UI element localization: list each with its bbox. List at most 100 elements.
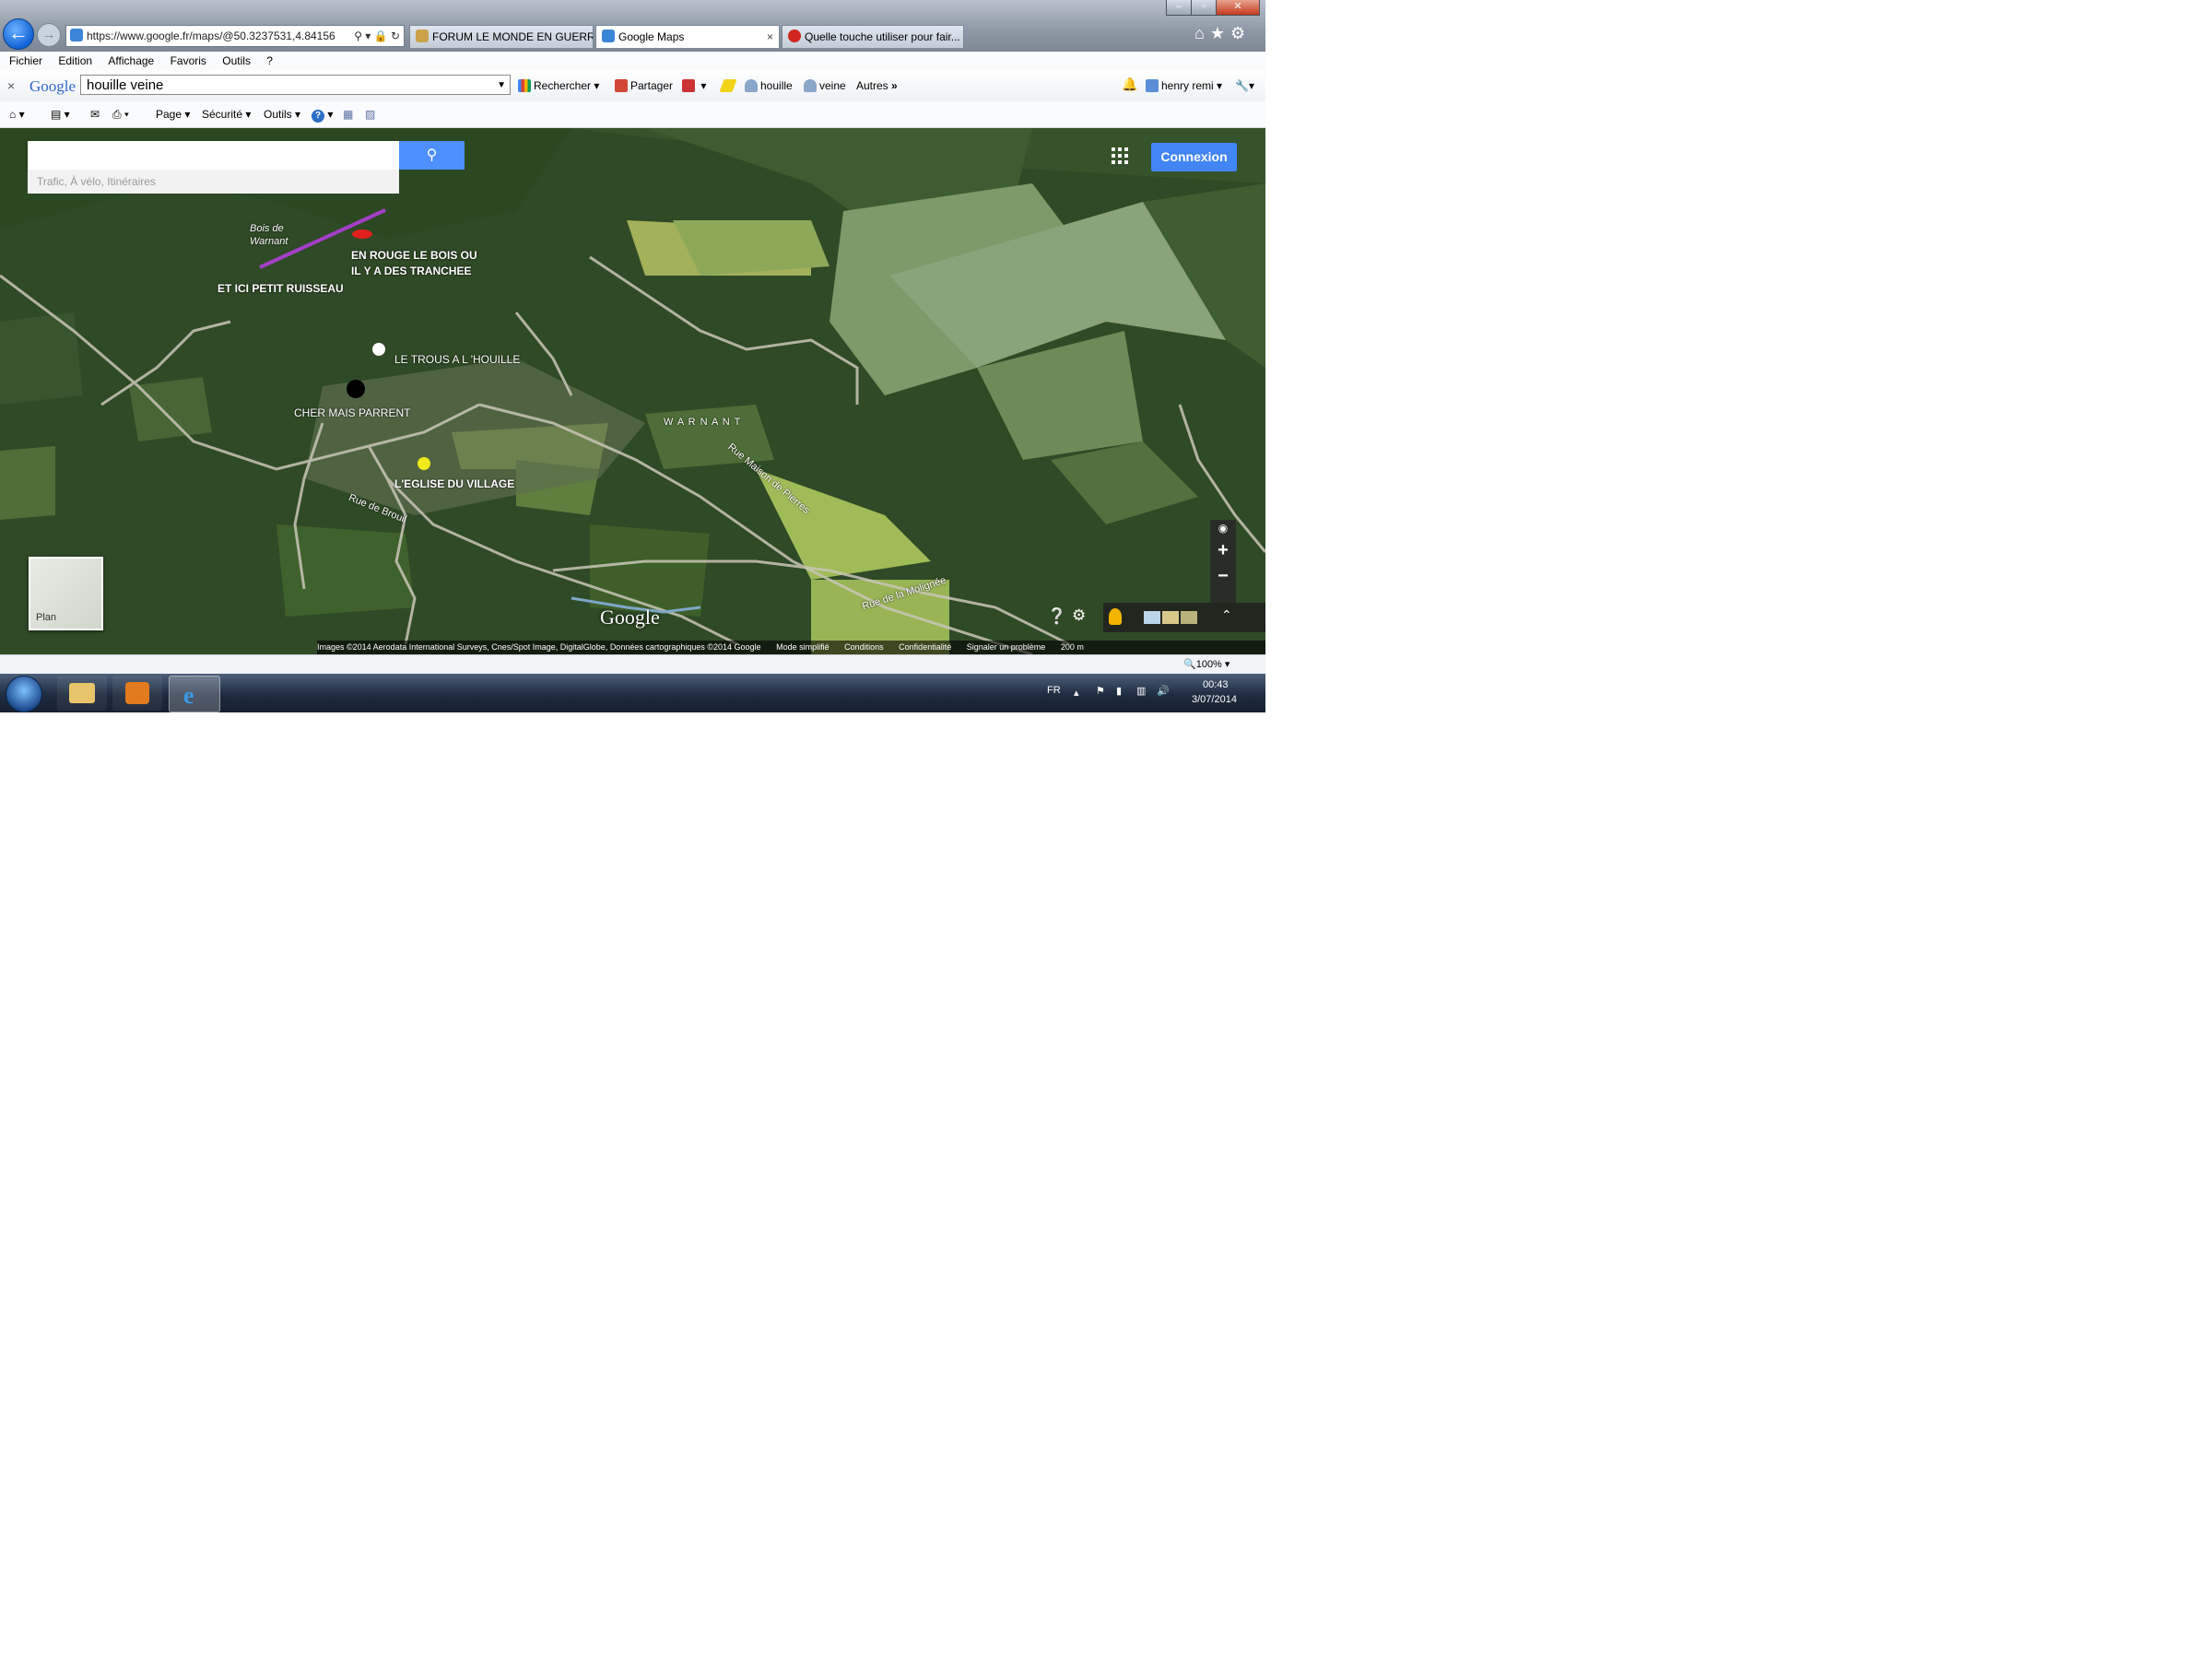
- maps-search-input[interactable]: [28, 141, 399, 170]
- share-icon: [615, 79, 628, 92]
- research-icon[interactable]: ▦: [343, 101, 353, 127]
- mode-simplifie-link[interactable]: Mode simplifié: [776, 642, 830, 652]
- highlight-button[interactable]: [719, 79, 737, 92]
- google-watermark: Google: [600, 606, 660, 629]
- highlight-term-veine[interactable]: veine: [804, 79, 846, 92]
- zoom-value: 100%: [1195, 659, 1222, 670]
- rss-feed-icon[interactable]: ▤ ▾: [51, 101, 70, 127]
- apps-grid-icon[interactable]: [1112, 147, 1130, 166]
- tab-close-icon[interactable]: ×: [767, 26, 773, 48]
- address-controls-icon[interactable]: ⚲ ▾ 🔒 ↻: [354, 26, 400, 46]
- person-search-icon: [804, 79, 817, 92]
- menu-help[interactable]: ?: [266, 54, 273, 67]
- minimize-button[interactable]: –: [1166, 0, 1192, 16]
- clock-time[interactable]: 00:43: [1203, 679, 1229, 690]
- plan-map-toggle[interactable]: Plan: [29, 557, 103, 630]
- compass-icon[interactable]: ◉: [1210, 522, 1236, 535]
- signaler-link[interactable]: Signaler un problème: [967, 642, 1046, 652]
- tab-forum[interactable]: FORUM LE MONDE EN GUERR...: [409, 25, 594, 48]
- rechercher-button[interactable]: Rechercher ▾: [518, 79, 599, 92]
- partager-button[interactable]: Partager: [615, 79, 673, 92]
- satellite-map[interactable]: ⚲ Trafic, À vélo, Itinéraires Connexion …: [0, 128, 1265, 654]
- menu-favoris[interactable]: Favoris: [171, 54, 206, 67]
- expand-chevron-icon[interactable]: ⌃: [1221, 607, 1232, 623]
- bell-icon[interactable]: 🔔: [1122, 76, 1137, 92]
- menu-outils[interactable]: Outils: [222, 54, 251, 67]
- menu-fichier[interactable]: Fichier: [9, 54, 42, 67]
- search-suggestions-bar[interactable]: Trafic, À vélo, Itinéraires: [28, 170, 399, 194]
- search-button[interactable]: ⚲: [399, 141, 465, 170]
- satellite-imagery[interactable]: [0, 128, 1265, 654]
- imagery-thumb-icon[interactable]: [1144, 611, 1160, 624]
- maximize-button[interactable]: ▫: [1191, 0, 1217, 16]
- highlight-term-houille[interactable]: houille: [745, 79, 793, 92]
- address-bar[interactable]: https://www.google.fr/maps/@50.3237531,4…: [65, 25, 405, 47]
- help-icon: ?: [312, 110, 324, 123]
- popup-blocker-button[interactable]: ▾: [682, 79, 706, 92]
- outils-menu[interactable]: Outils ▾: [264, 101, 300, 127]
- favorites-star-icon[interactable]: ★: [1210, 24, 1230, 42]
- mail-icon[interactable]: ✉: [90, 101, 100, 127]
- back-button[interactable]: ←: [3, 18, 34, 50]
- action-center-icon[interactable]: ⚑: [1096, 685, 1105, 697]
- imagery-thumb-icon[interactable]: [1181, 611, 1197, 624]
- taskbar-media-player[interactable]: [112, 676, 162, 711]
- imagery-credits: Images ©2014 Aerodata International Surv…: [317, 642, 761, 652]
- page-menu[interactable]: Page ▾: [156, 101, 190, 127]
- tab-label: FORUM LE MONDE EN GUERR...: [432, 30, 594, 43]
- search-sub-text: Trafic, À vélo, Itinéraires: [37, 175, 156, 188]
- start-button[interactable]: [6, 676, 42, 712]
- plan-label: Plan: [36, 612, 57, 623]
- dropdown-arrow-icon[interactable]: ▼: [497, 76, 506, 96]
- toolbar-query: houille veine: [87, 77, 164, 93]
- tab-quelle-touche[interactable]: Quelle touche utiliser pour fair...: [782, 25, 964, 48]
- person-search-icon: [745, 79, 758, 92]
- home-icon[interactable]: ⌂: [1194, 24, 1210, 42]
- show-hidden-icons[interactable]: ▴: [1074, 687, 1079, 699]
- print-icon[interactable]: ⎙ ▾: [112, 101, 129, 127]
- clock-date[interactable]: 3/07/2014: [1192, 694, 1237, 705]
- help-menu[interactable]: ? ▾: [312, 101, 333, 127]
- volume-icon[interactable]: 🔊: [1157, 685, 1170, 697]
- power-icon[interactable]: ▮: [1116, 685, 1122, 697]
- search-icon: ⚲: [426, 147, 438, 163]
- securite-menu[interactable]: Sécurité ▾: [202, 101, 251, 127]
- conditions-link[interactable]: Conditions: [844, 642, 884, 652]
- annotation-ruisseau: ET ICI PETIT RUISSEAU: [218, 282, 344, 295]
- address-url[interactable]: https://www.google.fr/maps/@50.3237531,4…: [87, 29, 335, 42]
- gear-icon[interactable]: ⚙: [1230, 24, 1251, 42]
- confidentialite-link[interactable]: Confidentialité: [899, 642, 951, 652]
- autres-button[interactable]: Autres »: [856, 79, 898, 92]
- connexion-button[interactable]: Connexion: [1151, 143, 1237, 171]
- taskbar-internet-explorer[interactable]: e: [169, 676, 220, 712]
- scale-label: 200 m: [1060, 642, 1084, 652]
- menu-affichage[interactable]: Affichage: [108, 54, 154, 67]
- zoom-in-button[interactable]: +: [1210, 540, 1236, 561]
- wrench-icon[interactable]: 🔧▾: [1235, 79, 1254, 92]
- imagery-thumb-icon[interactable]: [1162, 611, 1179, 624]
- close-button[interactable]: ✕: [1216, 0, 1260, 16]
- tab-google-maps[interactable]: Google Maps ×: [595, 25, 780, 48]
- taskbar-explorer[interactable]: [57, 676, 107, 711]
- menu-edition[interactable]: Edition: [58, 54, 92, 67]
- network-signal-icon[interactable]: ▥: [1136, 685, 1146, 697]
- browser-title-bar: ← → https://www.google.fr/maps/@50.32375…: [0, 0, 1265, 52]
- tab-label: Google Maps: [618, 30, 685, 43]
- zoom-out-button[interactable]: −: [1210, 566, 1236, 587]
- settings-gear-icon[interactable]: ⚙: [1072, 606, 1086, 625]
- language-indicator[interactable]: FR: [1047, 685, 1061, 696]
- toolbar-close-icon[interactable]: ×: [7, 78, 15, 93]
- home-page-icon[interactable]: ⌂ ▾: [9, 101, 25, 127]
- google-logo: Google: [29, 77, 76, 95]
- forum-favicon-icon: [416, 29, 429, 42]
- user-account-button[interactable]: henry remi ▾: [1146, 79, 1222, 92]
- zoom-level[interactable]: 🔍100% ▾: [1183, 655, 1230, 674]
- media-player-icon: [125, 682, 149, 704]
- toolbar-search-input[interactable]: houille veine ▼: [80, 75, 511, 95]
- browser-toolbar-icons: ⌂★⚙: [1194, 24, 1251, 43]
- forward-button[interactable]: →: [37, 23, 61, 47]
- pegman-icon[interactable]: [1109, 608, 1122, 625]
- help-circle-icon[interactable]: ❔: [1047, 607, 1066, 626]
- menu-bar: Fichier Edition Affichage Favoris Outils…: [0, 52, 1265, 70]
- translate-icon[interactable]: ▨: [365, 101, 375, 127]
